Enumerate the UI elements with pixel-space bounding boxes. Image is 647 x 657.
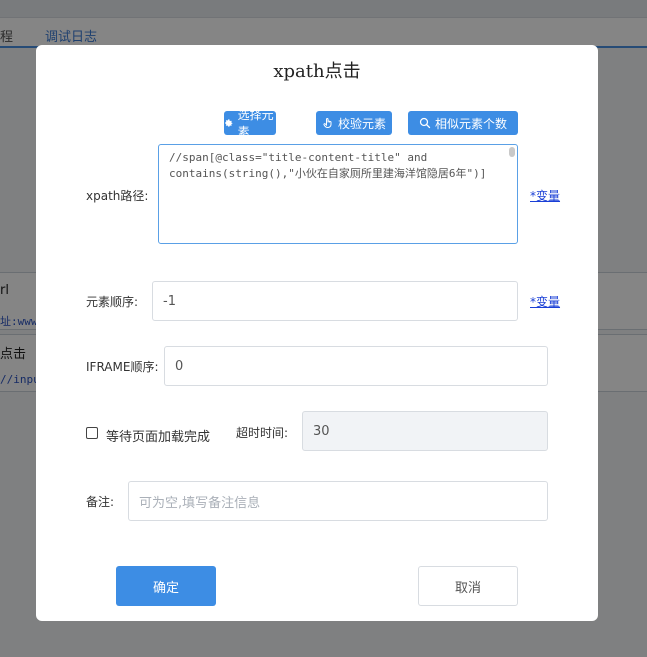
select-element-button[interactable]: 选择元素 — [224, 108, 276, 139]
xpath-value: //span[@class="title-content-title" and … — [169, 151, 487, 180]
timeout-label: 超时时间: — [236, 426, 289, 440]
xpath-label: xpath路径: — [86, 189, 149, 203]
search-icon — [419, 117, 431, 129]
cancel-button[interactable]: 取消 — [418, 566, 518, 606]
timeout-value: 30 — [313, 423, 330, 439]
iframe-order-label: IFRAME顺序: — [86, 360, 159, 374]
note-placeholder: 可为空,填写备注信息 — [139, 495, 261, 511]
similar-elements-count-label: 相似元素个数 — [434, 116, 507, 131]
element-order-variable-link[interactable]: *变量 — [530, 293, 560, 310]
element-order-input[interactable]: -1 — [152, 281, 518, 321]
element-order-label: 元素顺序: — [86, 295, 139, 309]
textarea-scrollbar[interactable] — [509, 147, 515, 157]
note-input[interactable]: 可为空,填写备注信息 — [128, 481, 548, 521]
note-label: 备注: — [86, 495, 115, 509]
verify-element-button[interactable]: 校验元素 — [316, 111, 392, 135]
select-element-label: 选择元素 — [237, 108, 274, 139]
hand-pointer-icon — [323, 118, 332, 128]
iframe-order-value: 0 — [175, 358, 184, 374]
timeout-input[interactable]: 30 — [302, 411, 548, 451]
wait-page-load-checkbox[interactable] — [86, 427, 98, 439]
element-order-value: -1 — [163, 293, 176, 309]
dialog-title: xpath点击 — [273, 61, 361, 82]
confirm-button[interactable]: 确定 — [116, 566, 216, 606]
verify-element-label: 校验元素 — [337, 116, 386, 131]
wait-page-load-label: 等待页面加载完成 — [106, 430, 211, 445]
xpath-textarea[interactable]: //span[@class="title-content-title" and … — [158, 144, 518, 244]
similar-elements-count-button[interactable]: 相似元素个数 — [408, 111, 518, 135]
xpath-variable-link[interactable]: *变量 — [530, 187, 560, 204]
iframe-order-input[interactable]: 0 — [164, 346, 548, 386]
xpath-click-dialog: xpath点击 选择元素 校验元素 相似元素个数 xpath路径: //span… — [36, 45, 598, 621]
gear-icon — [225, 119, 233, 127]
